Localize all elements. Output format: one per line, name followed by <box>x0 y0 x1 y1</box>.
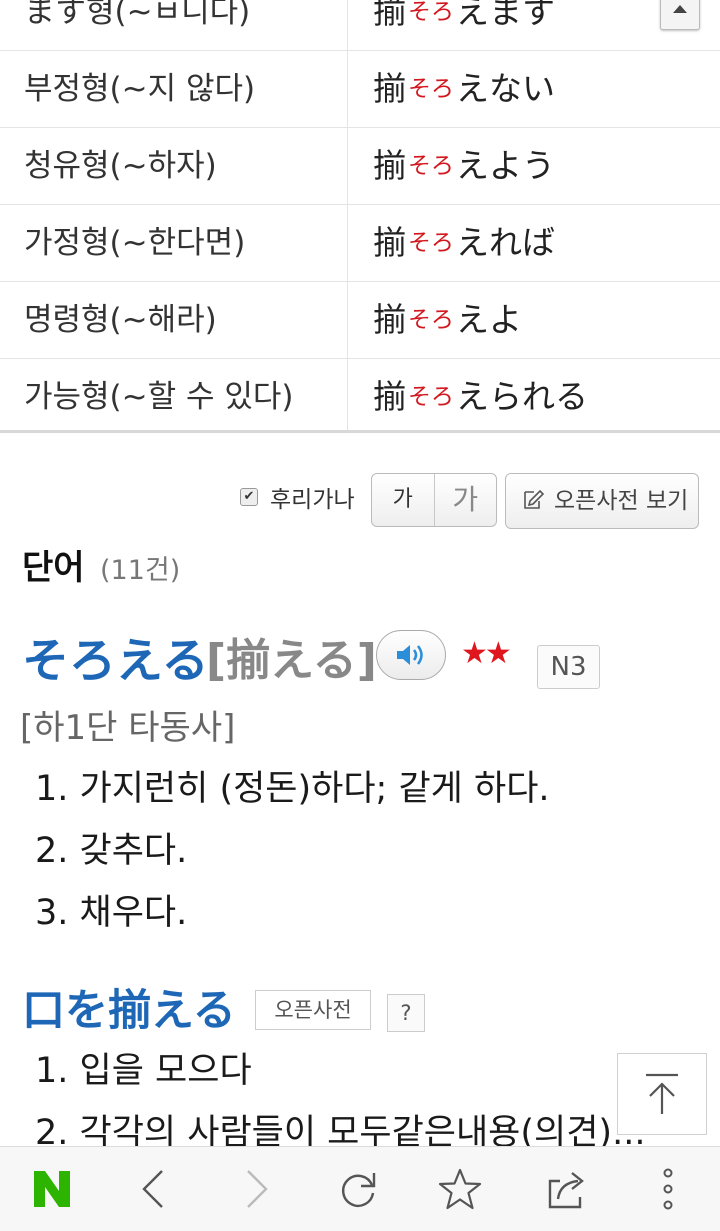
conjugation-label: 부정형(~지 않다) <box>24 71 256 107</box>
font-small-button[interactable]: 가 <box>372 474 435 526</box>
conjugation-form: 揃そろえよ <box>373 300 522 339</box>
triangle-up-icon <box>673 5 687 13</box>
list-item: 1. 가지런히 (정돈)하다; 같게 하다. <box>35 769 550 809</box>
font-large-button[interactable]: 가 <box>435 474 497 526</box>
browser-bottom-bar <box>0 1146 720 1231</box>
conjugation-label: 가정형(~한다면) <box>24 225 246 261</box>
arrow-up-icon <box>646 1073 678 1114</box>
conjugation-form: 揃そろえない <box>373 69 555 108</box>
refresh-button[interactable] <box>318 1147 398 1231</box>
table-row: 청유형(~하자) 揃そろえよう <box>0 128 720 205</box>
help-button[interactable]: ? <box>387 994 425 1032</box>
table-row: 명령형(~해라) 揃そろえよ <box>0 282 720 359</box>
bookmark-button[interactable] <box>420 1147 500 1231</box>
font-size-toggle: 가 가 <box>371 473 497 527</box>
entry-kanji: [揃える] <box>206 635 377 686</box>
conjugation-form: 揃そろえれば <box>373 223 555 262</box>
refresh-icon <box>341 1173 376 1207</box>
conjugation-form: 揃そろえます <box>373 0 555 31</box>
more-button[interactable] <box>628 1147 708 1231</box>
part-of-speech: [하1단 타동사] <box>20 708 236 748</box>
furigana-checkbox[interactable]: ✔ <box>240 488 258 506</box>
list-item: 3. 채우다. <box>35 893 188 933</box>
idiom-link[interactable]: 口を揃える <box>22 976 236 1038</box>
table-row: ます형(~ㅂ니다) 揃そろえます <box>0 0 720 51</box>
table-row: 가정형(~한다면) 揃そろえれば <box>0 205 720 282</box>
words-heading: 단어 <box>22 548 85 588</box>
open-dictionary-label: 오픈사전 보기 <box>554 488 689 514</box>
list-item: 1. 입을 모으다 <box>35 1051 252 1091</box>
conjugation-label: ます형(~ㅂ니다) <box>24 0 251 30</box>
speaker-icon <box>397 645 423 665</box>
star-icon <box>438 1168 482 1210</box>
back-button[interactable] <box>114 1147 194 1231</box>
back-to-top-button[interactable] <box>617 1053 707 1135</box>
table-row: 부정형(~지 않다) 揃そろえない <box>0 51 720 128</box>
conjugation-table: ます형(~ㅂ니다) 揃そろえます 부정형(~지 않다) 揃そろえない 청유형(~… <box>0 0 720 435</box>
list-item: 2. 갖추다. <box>35 831 188 871</box>
conjugation-form: 揃そろえよう <box>373 146 555 185</box>
jlpt-level-badge: N3 <box>537 645 600 689</box>
edit-icon <box>524 489 544 509</box>
entry-word-link[interactable]: そろえる <box>22 622 209 691</box>
back-chevron-icon <box>142 1170 163 1208</box>
home-button[interactable] <box>12 1147 92 1231</box>
forward-button[interactable] <box>216 1147 296 1231</box>
more-icon <box>663 1168 673 1210</box>
conjugation-label: 가능형(~할 수 있다) <box>24 379 294 415</box>
words-count: (11건) <box>100 555 181 586</box>
share-button[interactable] <box>528 1147 608 1231</box>
furigana-label: 후리가나 <box>270 487 355 513</box>
meaning-list: 1. 가지런히 (정돈)하다; 같게 하다. 2. 갖추다. 3. 채우다. <box>35 758 550 944</box>
collapse-table-button[interactable] <box>660 0 700 30</box>
conjugation-form: 揃そろえられる <box>373 377 588 416</box>
conjugation-label: 명령형(~해라) <box>24 302 217 338</box>
pronunciation-button[interactable] <box>376 630 446 680</box>
conjugation-label: 청유형(~하자) <box>24 148 217 184</box>
forward-chevron-icon <box>247 1170 268 1208</box>
open-dictionary-tag: 오픈사전 <box>255 990 371 1030</box>
share-icon <box>548 1172 584 1209</box>
importance-stars: ★★ <box>461 636 512 671</box>
open-dictionary-button[interactable]: 오픈사전 보기 <box>505 473 699 529</box>
naver-n-icon <box>34 1171 70 1207</box>
table-row: 가능형(~할 수 있다) 揃そろえられる <box>0 359 720 435</box>
section-divider <box>0 430 720 433</box>
